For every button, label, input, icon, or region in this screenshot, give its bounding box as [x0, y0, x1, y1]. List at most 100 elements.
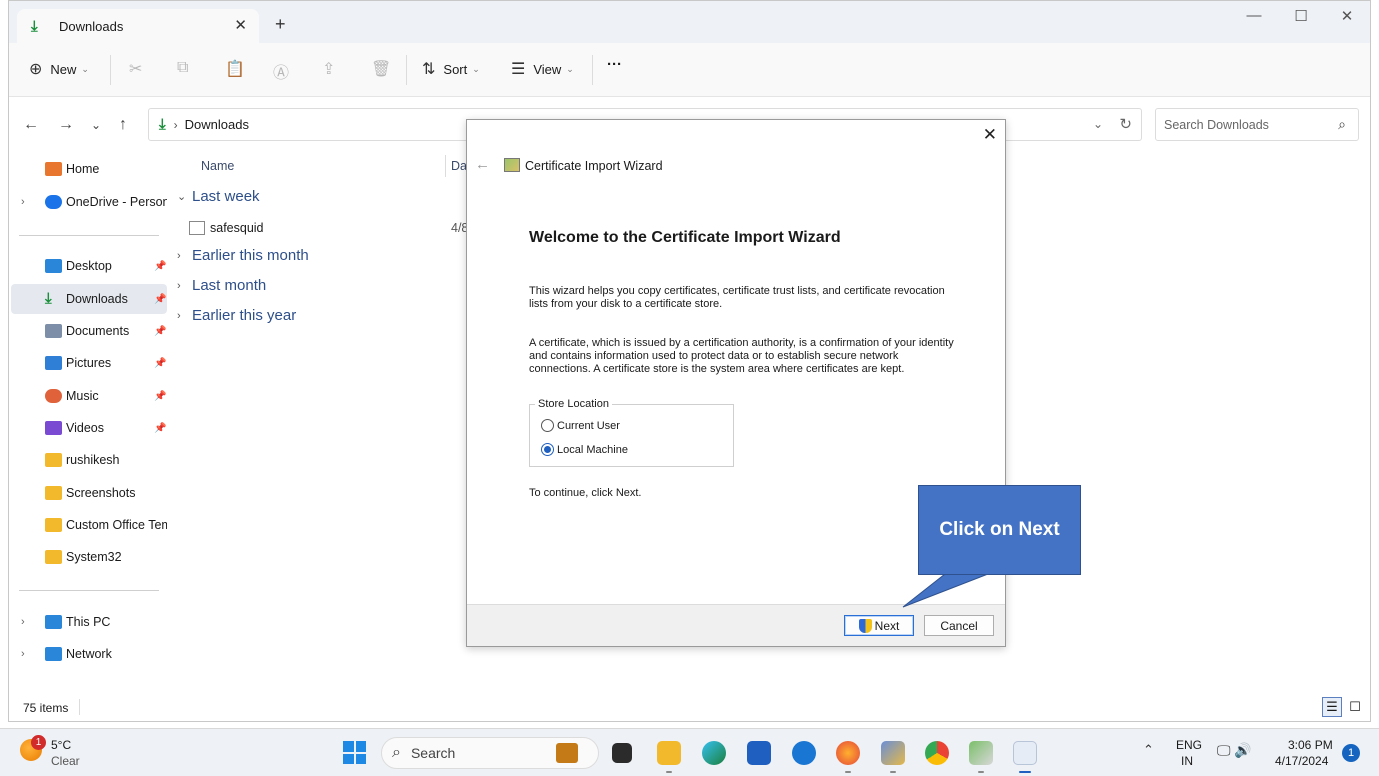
back-arrow-icon[interactable]: ←: [475, 156, 490, 173]
sidebar-item-system32[interactable]: System32: [11, 542, 167, 572]
more-options-button[interactable]: ···: [607, 56, 622, 73]
radio-current-user[interactable]: Current User: [541, 419, 620, 432]
chrome-icon[interactable]: [925, 741, 949, 765]
network-icon: [45, 647, 62, 661]
cut-icon[interactable]: ✂: [129, 59, 142, 79]
rename-icon[interactable]: Ⓐ: [273, 59, 289, 83]
search-input[interactable]: Search Downloads ⌕: [1155, 108, 1359, 141]
pin-icon: 📌: [154, 390, 167, 402]
show-hidden-icons-chevron-icon[interactable]: ⌃: [1143, 742, 1154, 758]
sidebar-item-videos[interactable]: Videos 📌: [11, 413, 167, 443]
sort-label: Sort: [443, 61, 468, 77]
sort-icon: ⇅: [422, 61, 436, 78]
view-button[interactable]: ☰ View ⌄: [511, 59, 574, 79]
clock-time[interactable]: 3:06 PM: [1288, 738, 1333, 752]
pin-icon: 📌: [154, 260, 167, 272]
minimize-button[interactable]: —: [1239, 7, 1269, 24]
back-arrow-icon[interactable]: ←: [23, 116, 39, 134]
expand-chevron-icon: ›: [177, 279, 181, 292]
refresh-icon[interactable]: ↻: [1119, 115, 1132, 133]
sidebar-item-custom-office-templates[interactable]: Custom Office Tem: [11, 510, 167, 540]
dialog-close-icon[interactable]: ✕: [983, 125, 997, 145]
search-placeholder: Search Downloads: [1164, 117, 1269, 132]
network-volume-icon[interactable]: 🖵 🔊: [1217, 742, 1252, 759]
column-header-name[interactable]: Name: [201, 159, 234, 173]
chevron-down-icon: ⌄: [81, 63, 89, 74]
cancel-button[interactable]: Cancel: [924, 615, 994, 636]
sort-button[interactable]: ⇅ Sort ⌄: [422, 59, 480, 79]
recent-locations-chevron-icon[interactable]: ⌄: [91, 118, 101, 132]
sidebar-item-onedrive[interactable]: › OneDrive - Persona: [11, 187, 167, 217]
expand-chevron-icon[interactable]: ›: [21, 616, 25, 628]
download-icon: ⤓: [45, 290, 52, 307]
clock-date[interactable]: 4/17/2024: [1275, 754, 1328, 768]
language-indicator[interactable]: ENG: [1176, 738, 1202, 752]
share-icon[interactable]: ⇪: [322, 59, 335, 79]
sidebar-item-pictures[interactable]: Pictures 📌: [11, 348, 167, 378]
tab-close-icon[interactable]: ✕: [234, 16, 247, 34]
file-row[interactable]: safesquid 4/8: [189, 217, 469, 239]
radio-button[interactable]: [541, 419, 554, 432]
taskbar-search[interactable]: ⌕ Search: [381, 737, 599, 769]
windows-logo-icon: [343, 741, 354, 752]
command-bar: ⊕ New ⌄ ✂ ⧉ 📋 Ⓐ ⇪ 🗑 ⇅ Sort ⌄ ☰ View ⌄ ··…: [9, 43, 1370, 97]
notification-badge[interactable]: 1: [1342, 744, 1360, 762]
item-count: 75 items: [23, 701, 69, 715]
column-divider[interactable]: [445, 155, 446, 177]
details-view-icon[interactable]: ☰: [1322, 697, 1342, 717]
breadcrumb[interactable]: Downloads: [185, 117, 249, 132]
maximize-button[interactable]: ☐: [1286, 7, 1316, 25]
file-explorer-icon[interactable]: [657, 741, 681, 765]
sidebar-item-this-pc[interactable]: › This PC: [11, 607, 167, 637]
next-button[interactable]: Next: [844, 615, 914, 636]
running-indicator: [845, 771, 851, 773]
sidebar-item-downloads[interactable]: ⤓ Downloads 📌: [11, 284, 167, 314]
delete-icon[interactable]: 🗑: [371, 59, 391, 79]
new-button[interactable]: ⊕ New ⌄: [29, 59, 89, 79]
folder-icon: [45, 518, 62, 532]
region-indicator[interactable]: IN: [1181, 754, 1193, 768]
up-arrow-icon[interactable]: ↑: [119, 116, 127, 134]
forward-arrow-icon[interactable]: →: [58, 116, 74, 134]
group-last-month[interactable]: › Last month: [177, 277, 266, 294]
sidebar-item-documents[interactable]: Documents 📌: [11, 316, 167, 346]
radio-local-machine[interactable]: Local Machine: [541, 443, 628, 456]
sidebar-item-network[interactable]: › Network: [11, 639, 167, 669]
radio-button-selected[interactable]: [541, 443, 554, 456]
network-tool-icon[interactable]: [881, 741, 905, 765]
group-earlier-this-month[interactable]: › Earlier this month: [177, 247, 309, 264]
sidebar-item-music[interactable]: Music 📌: [11, 381, 167, 411]
store-icon[interactable]: [747, 741, 771, 765]
status-divider: [79, 699, 80, 715]
outlook-icon[interactable]: [792, 741, 816, 765]
weather-condition[interactable]: Clear: [51, 754, 80, 768]
expand-chevron-icon[interactable]: ›: [21, 648, 25, 660]
new-tab-button[interactable]: +: [275, 14, 286, 35]
close-window-button[interactable]: ✕: [1332, 7, 1362, 25]
terminal-icon[interactable]: [612, 743, 632, 763]
expand-chevron-icon: ›: [177, 249, 181, 262]
expand-chevron-icon[interactable]: ›: [21, 196, 25, 208]
group-earlier-this-year[interactable]: › Earlier this year: [177, 307, 296, 324]
group-last-week[interactable]: ⌄ Last week: [177, 188, 260, 205]
weather-temperature[interactable]: 5°C: [51, 738, 71, 752]
paste-icon[interactable]: 📋: [225, 59, 245, 79]
sidebar-item-rushikesh[interactable]: rushikesh: [11, 445, 167, 475]
tab-downloads[interactable]: ⤓ Downloads ✕: [17, 9, 259, 43]
sidebar-item-screenshots[interactable]: Screenshots: [11, 478, 167, 508]
breadcrumb-chevron-icon: ›: [173, 117, 178, 132]
edge-icon[interactable]: [702, 741, 726, 765]
status-bar: 75 items ☰ ☐: [9, 693, 1370, 722]
cert-manager-icon[interactable]: [969, 741, 993, 765]
weather-badge: 1: [31, 735, 46, 750]
cert-wizard-icon[interactable]: [1013, 741, 1037, 765]
sidebar-item-home[interactable]: Home: [11, 154, 167, 184]
firefox-icon[interactable]: [836, 741, 860, 765]
tiles-view-icon[interactable]: ☐: [1345, 697, 1365, 717]
sidebar-item-desktop[interactable]: Desktop 📌: [11, 251, 167, 281]
dialog-heading: Welcome to the Certificate Import Wizard: [529, 229, 841, 246]
dialog-title: Certificate Import Wizard: [525, 159, 663, 173]
address-dropdown-icon[interactable]: ⌄: [1093, 117, 1103, 131]
start-button[interactable]: [343, 741, 366, 764]
copy-icon[interactable]: ⧉: [177, 59, 188, 77]
